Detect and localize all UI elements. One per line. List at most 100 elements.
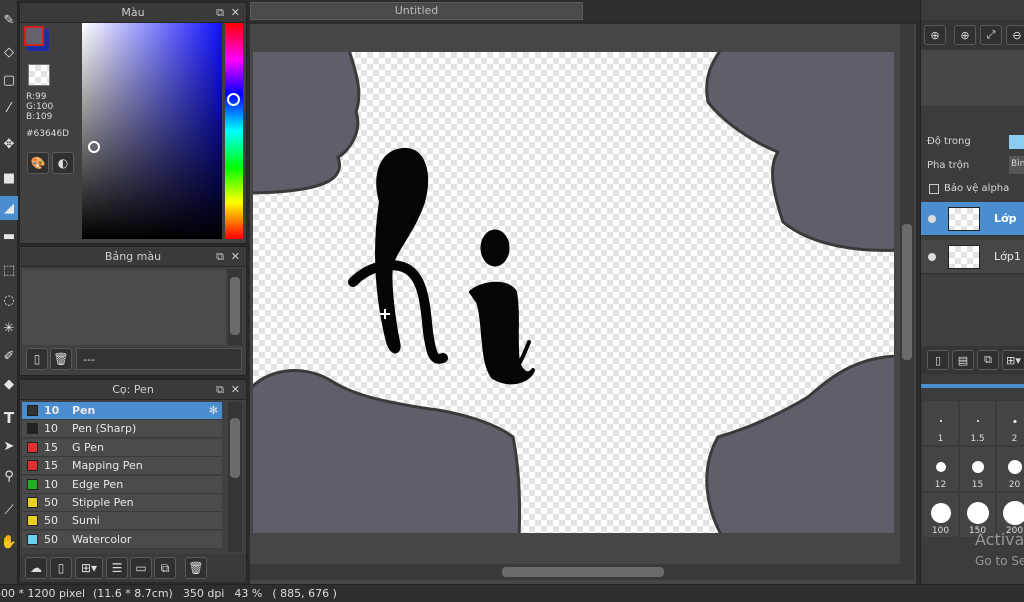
- blend-mode-select[interactable]: Bìn: [1009, 156, 1024, 174]
- rect-tool-icon[interactable]: ■: [0, 166, 18, 190]
- eyedropper-tool-icon[interactable]: ⚲: [0, 464, 18, 488]
- text-tool-icon[interactable]: T: [0, 406, 18, 430]
- brush-folder-icon[interactable]: ▭: [130, 557, 152, 579]
- horizontal-scroll-thumb[interactable]: [502, 567, 664, 577]
- select-rect-tool-icon[interactable]: ⬚: [0, 258, 18, 282]
- ruler-tool-icon[interactable]: ⟋: [0, 498, 18, 522]
- fit-screen-icon[interactable]: ⤢: [980, 25, 1002, 45]
- shape-tool-icon[interactable]: ▢: [0, 68, 18, 92]
- popout-icon[interactable]: ⧉: [216, 250, 224, 264]
- magic-wand-tool-icon[interactable]: ✳: [0, 316, 18, 340]
- canvas-viewport[interactable]: [250, 24, 916, 584]
- blue-value: B:109: [26, 112, 53, 122]
- popout-icon[interactable]: ⧉: [216, 383, 224, 397]
- operation-tool-icon[interactable]: ➤: [0, 434, 18, 458]
- brush-size-preview: [1002, 501, 1024, 525]
- close-icon[interactable]: ✕: [231, 383, 240, 396]
- brush-size: 15: [44, 440, 58, 454]
- layer-row[interactable]: Lớp: [921, 202, 1024, 236]
- transparent-color-swatch[interactable]: [28, 64, 50, 86]
- brush-settings-icon[interactable]: ☰: [106, 557, 128, 579]
- canvas-horizontal-scrollbar[interactable]: [250, 564, 914, 580]
- brush-item[interactable]: 10 Edge Pen: [22, 475, 222, 494]
- brush-item[interactable]: 10 Pen ✻: [22, 402, 222, 420]
- new-layer-folder-icon[interactable]: ▤: [952, 350, 974, 370]
- hue-slider-handle[interactable]: [227, 93, 240, 106]
- brush-size-preview: [976, 420, 979, 422]
- brush-tool-icon[interactable]: ⁄: [0, 96, 18, 120]
- duplicate-brush-icon[interactable]: ⧉: [154, 557, 176, 579]
- pen-tool-icon[interactable]: ✎: [0, 8, 18, 32]
- move-tool-icon[interactable]: ✥: [0, 132, 18, 156]
- layer-menu-icon[interactable]: ⊞▾: [1002, 350, 1024, 370]
- saturation-value-picker[interactable]: [82, 23, 222, 239]
- hand-tool-icon[interactable]: ✋: [0, 530, 18, 554]
- palette-name-field[interactable]: ---: [76, 348, 242, 370]
- vertical-scroll-thumb[interactable]: [902, 224, 912, 360]
- gradient-tool-icon[interactable]: ▬: [0, 224, 18, 248]
- canvas-dpi: 350 dpi: [182, 587, 225, 600]
- popout-icon[interactable]: ⧉: [216, 6, 224, 20]
- new-palette-icon[interactable]: ▯: [26, 348, 48, 370]
- tab-untitled[interactable]: Untitled: [250, 2, 583, 20]
- hue-slider[interactable]: [225, 23, 243, 239]
- brush-size-option[interactable]: 1: [922, 400, 959, 446]
- palette-scrollbar[interactable]: [228, 269, 242, 345]
- brush-size-option[interactable]: 2: [996, 400, 1024, 446]
- drawing-canvas[interactable]: [253, 52, 894, 533]
- palette-icon[interactable]: 🎨: [27, 152, 49, 174]
- delete-brush-icon[interactable]: 🗑: [185, 557, 207, 579]
- select-eraser-tool-icon[interactable]: ◆: [0, 372, 18, 396]
- brush-name: Mapping Pen: [72, 459, 143, 473]
- brush-size-option[interactable]: 15: [959, 446, 996, 492]
- add-brush-menu-icon[interactable]: ⊞▾: [75, 557, 103, 579]
- brush-item[interactable]: 15 G Pen: [22, 438, 222, 457]
- brush-size-label: 20: [1008, 480, 1021, 490]
- brush-size-option[interactable]: 1.5: [959, 400, 996, 446]
- canvas-vertical-scrollbar[interactable]: [900, 24, 914, 564]
- protect-alpha-checkbox[interactable]: [929, 184, 939, 194]
- color-mix-icon[interactable]: ◐: [52, 152, 74, 174]
- brush-size-label: 12: [934, 480, 947, 490]
- brush-name: Edge Pen: [72, 477, 124, 491]
- opacity-slider[interactable]: [1009, 135, 1024, 149]
- close-icon[interactable]: ✕: [231, 6, 240, 19]
- navigator-preview[interactable]: [921, 50, 1024, 106]
- brush-size-option[interactable]: 100: [922, 492, 959, 538]
- copy-layer-icon[interactable]: ⧉: [977, 350, 999, 370]
- new-brush-icon[interactable]: ▯: [50, 557, 72, 579]
- brush-size-option[interactable]: 20: [996, 446, 1024, 492]
- new-layer-icon[interactable]: ▯: [927, 350, 949, 370]
- zoom-in-icon[interactable]: ⊕: [954, 25, 976, 45]
- brush-cloud-icon[interactable]: ☁: [25, 557, 47, 579]
- delete-palette-icon[interactable]: 🗑: [50, 348, 72, 370]
- letter-i-dot: [480, 229, 510, 267]
- brush-item[interactable]: 10 Pen (Sharp): [22, 420, 222, 439]
- brush-item[interactable]: 50 Watercolor: [22, 530, 222, 549]
- brush-item[interactable]: 50 Sumi: [22, 512, 222, 531]
- brush-item[interactable]: 15 Mapping Pen: [22, 457, 222, 476]
- select-pen-tool-icon[interactable]: ✐: [0, 344, 18, 368]
- blend-label: Pha trộn: [927, 160, 970, 171]
- brush-item[interactable]: 50 Stipple Pen: [22, 494, 222, 512]
- brush-scrollbar[interactable]: [228, 402, 242, 552]
- lasso-tool-icon[interactable]: ◌: [0, 288, 18, 312]
- brush-size: 15: [44, 459, 58, 473]
- eraser-tool-icon[interactable]: ◇: [0, 40, 18, 64]
- primary-color-swatch[interactable]: [24, 26, 44, 46]
- visibility-icon[interactable]: [928, 252, 936, 261]
- gear-icon[interactable]: ✻: [209, 404, 218, 417]
- sv-picker-handle[interactable]: [88, 141, 100, 153]
- zoom-reset-icon[interactable]: ⊕: [924, 25, 946, 45]
- bucket-tool-icon[interactable]: ◢: [0, 196, 18, 220]
- layer-row[interactable]: Lớp1: [921, 240, 1024, 274]
- brush-size: 10: [44, 477, 58, 491]
- visibility-icon[interactable]: [928, 214, 936, 223]
- protect-alpha-label: Bảo vệ alpha: [944, 183, 1010, 194]
- zoom-out-icon[interactable]: ⊖: [1006, 25, 1024, 45]
- red-value: R:99: [26, 92, 47, 102]
- close-icon[interactable]: ✕: [231, 250, 240, 263]
- brush-panel-header: Cọ: Pen ⧉ ✕: [20, 380, 246, 400]
- brush-size-option[interactable]: 12: [922, 446, 959, 492]
- palette-swatch-area[interactable]: [22, 269, 226, 345]
